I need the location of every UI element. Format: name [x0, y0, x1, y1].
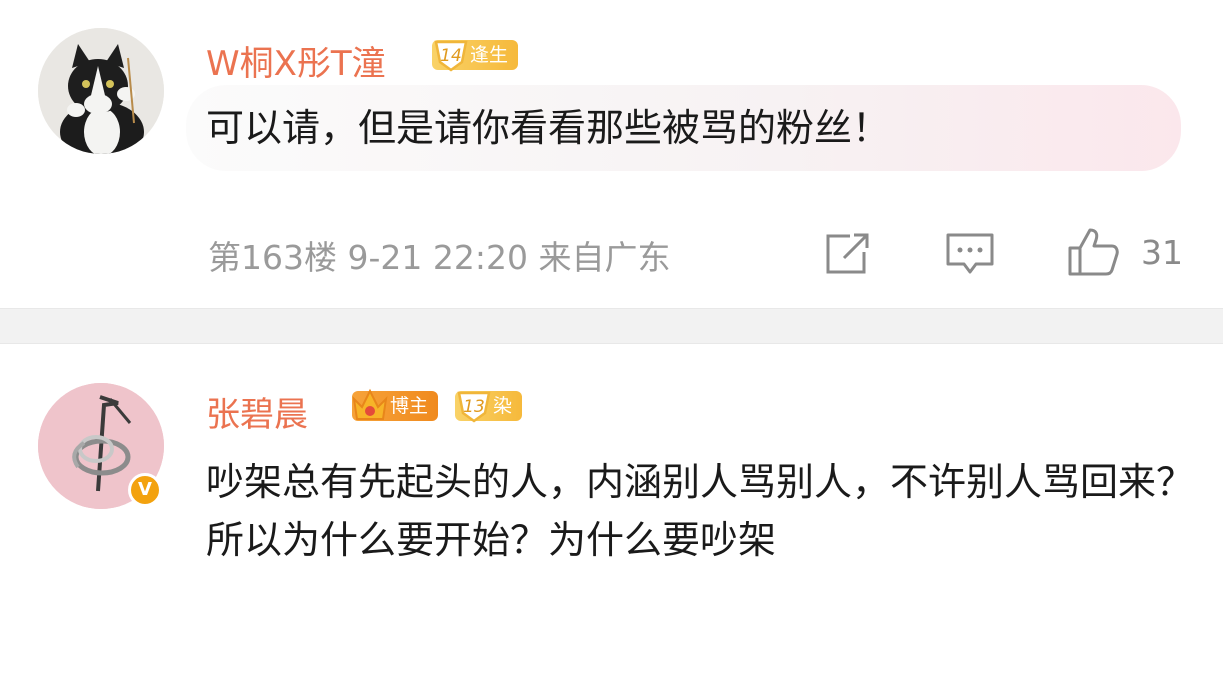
crown-icon — [352, 388, 388, 420]
username[interactable]: 张碧晨 — [206, 387, 308, 436]
comment-icon[interactable] — [944, 230, 996, 278]
comment-text: 吵架总有先起头的人，内涵别人骂别人，不许别人骂回来？所以为什么要开始？为什么要吵… — [206, 460, 1195, 562]
level-number: 13 — [463, 397, 485, 417]
share-icon[interactable] — [822, 230, 872, 278]
comment-meta: 第163楼 9-21 22:20 来自广东 — [208, 238, 671, 277]
comment-item: W桐X彤T潼 14 逢生 可以请，但是请你看看那些被骂的粉丝！ 第163楼 9-… — [0, 0, 1223, 308]
avatar[interactable] — [38, 28, 164, 154]
like-icon[interactable] — [1066, 226, 1120, 278]
badge-label: 逢生 — [470, 44, 509, 66]
like-count: 31 — [1141, 233, 1183, 272]
level-badge[interactable]: 14 逢生 — [432, 40, 519, 72]
comment-item: V 张碧晨 博主 13 染 吵架总有先起头的人，内涵别人骂别人，不许别人骂回来？… — [0, 343, 1223, 674]
host-label: 博主 — [390, 395, 429, 417]
level-badge[interactable]: 13 染 — [455, 391, 523, 423]
comment-text: 可以请，但是请你看看那些被骂的粉丝！ — [206, 106, 891, 150]
host-badge[interactable]: 博主 — [352, 388, 439, 421]
username[interactable]: W桐X彤T潼 — [206, 36, 386, 85]
verified-badge: V — [128, 473, 162, 507]
badge-label: 染 — [493, 395, 513, 417]
section-divider — [0, 308, 1223, 344]
level-number: 14 — [440, 46, 462, 66]
